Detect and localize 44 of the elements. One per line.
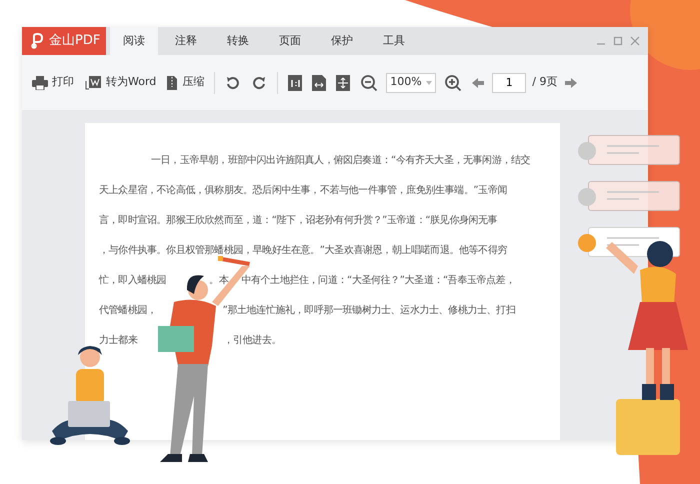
document-text: ，与你件执事。你且权管那蟠桃园，早晚好生在意。”大圣欢喜谢恩，朝上唱喏而退。他等不得穷 bbox=[99, 244, 507, 258]
document-text: 一日，玉帝早朝，班部中闪出许旌阳真人，俯囟启奏道：“今有齐天大圣，无事闲游，结交 bbox=[151, 154, 530, 168]
document-text: 言，即时宣诏。那猴王欣欣然而至，道：“陛下，诏老孙有何升赏？”玉帝道：“朕见你身闲无事 bbox=[99, 214, 498, 228]
convert-word-button[interactable]: 转为Word bbox=[82, 72, 158, 93]
tab[interactable]: 阅读 bbox=[110, 27, 158, 55]
document-text: 。本 bbox=[209, 274, 228, 288]
zoom-dropdown[interactable]: 100% bbox=[386, 72, 436, 92]
document-text: 中有个土地拦住，问道：“大圣何往？”大圣道：“吾奉玉帝点差， bbox=[241, 274, 515, 288]
tab[interactable]: 工具 bbox=[370, 27, 418, 55]
actual-size-button[interactable] bbox=[286, 72, 304, 92]
print-button[interactable]: 打印 bbox=[30, 72, 76, 93]
document-convert-icon bbox=[84, 74, 102, 90]
logo-icon bbox=[30, 33, 44, 49]
tab[interactable]: 转换 bbox=[214, 27, 262, 55]
fit-width-button[interactable] bbox=[310, 72, 328, 92]
fit-page-icon bbox=[336, 74, 350, 90]
fit-page-button[interactable] bbox=[334, 72, 352, 92]
page-total: / 9页 bbox=[532, 74, 558, 90]
actual-size-icon bbox=[288, 74, 302, 90]
tab[interactable]: 注释 bbox=[162, 27, 210, 55]
document-text: 力士都来 bbox=[99, 334, 138, 348]
page-number-field[interactable]: 1 bbox=[492, 72, 526, 92]
text-lines-icon bbox=[606, 191, 660, 200]
arrow-right-icon bbox=[565, 76, 578, 88]
logo-text: 金山PDF bbox=[49, 32, 100, 50]
rotate-left-icon bbox=[225, 74, 242, 90]
fit-width-icon bbox=[312, 74, 326, 90]
document-text: ”那土地连忙施礼，即呼那一班锄树力士、运水力士、修桃力士、打扫 bbox=[222, 304, 516, 318]
document-text: 忙，即入蟠桃园 bbox=[99, 274, 166, 288]
text-lines-icon bbox=[606, 145, 660, 154]
compress-button[interactable]: 压缩 bbox=[164, 72, 206, 93]
rotate-right-icon bbox=[251, 74, 268, 90]
document-text: 天上众星宿，不论高低，俱称朋友。恐后闲中生事，不若与他一件事管，庶免别生事端。”玉帝闻 bbox=[99, 184, 507, 198]
tab[interactable]: 保护 bbox=[318, 27, 366, 55]
text-lines-icon bbox=[606, 237, 660, 246]
tab[interactable]: 页面 bbox=[266, 27, 314, 55]
arrow-left-icon bbox=[472, 76, 484, 88]
zoom-in-icon bbox=[444, 74, 462, 92]
zip-file-icon bbox=[166, 74, 178, 90]
document-text: 代管蟠桃园， bbox=[99, 304, 157, 318]
printer-icon bbox=[32, 76, 48, 90]
zoom-out-icon bbox=[360, 74, 378, 92]
caret-icon bbox=[426, 80, 432, 84]
document-text: ，引他进去。 bbox=[223, 334, 282, 348]
